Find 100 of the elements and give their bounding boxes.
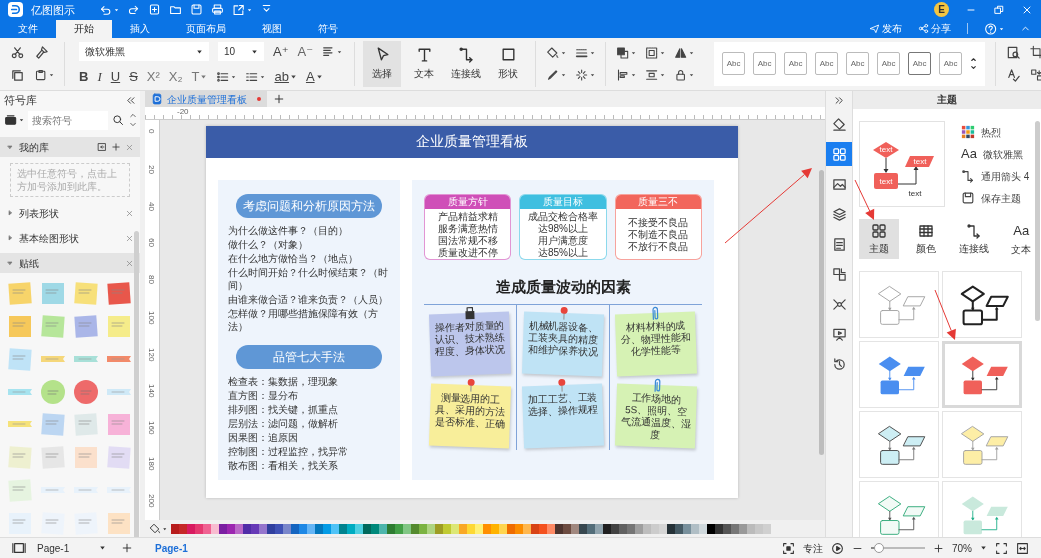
highlight-button[interactable]: ab [274,69,297,86]
section-header[interactable]: 贴纸 [0,253,140,274]
bold-button[interactable]: B [79,69,89,86]
section-header[interactable]: 我的库 [0,137,140,158]
theme-tab[interactable]: 颜色 [906,219,946,260]
section-heading: 品管七大手法 [236,344,382,369]
font-family-field[interactable]: 微软雅黑 [79,42,209,62]
document-tab[interactable]: 企业质量管理看板 [145,91,267,108]
theme-tab[interactable]: Aa 文本 [1001,219,1041,260]
note-text: 操作者对质量的认识、技术熟练程度、身体状况 [434,320,506,358]
share-button[interactable]: 分享 [918,21,951,36]
style-preset[interactable]: Abc [877,52,901,76]
tool-button[interactable]: 选择 [363,40,402,87]
shape-label: text [913,157,927,167]
publish-button[interactable]: 发布 [869,21,902,36]
section-heading: 造成质量波动的因素 [494,276,632,297]
card-header: 质量三不 [615,194,701,209]
style-preset[interactable]: Abc [784,52,808,76]
tool-button[interactable]: 文本 [405,40,444,87]
font-glyph[interactable]: Aa [961,144,977,164]
section-title: 我的库 [19,140,49,155]
italic-button[interactable]: I [97,69,102,86]
note-text: 测量选用的工具、采用的方法是否标准、正确 [434,392,506,430]
focus-label[interactable]: 专注 [803,540,823,556]
shape-label: text [908,189,922,199]
ruler-label: -20 [177,107,189,117]
list-item: 在什么地方做恰当？（地点） [228,251,359,265]
ruler-label: 40 [146,201,157,213]
section-title: 贴纸 [19,256,39,271]
section-header[interactable]: 列表形状 [0,203,140,224]
page-select[interactable]: Page-1 [34,539,109,557]
ruler-label: 20 [146,165,157,177]
ruler-label: 160 [146,420,157,437]
menu-tab[interactable]: 符号 [300,19,356,38]
field-value: 10 [224,45,236,60]
grow-font-button[interactable]: A⁺ [273,43,289,60]
subscript-button[interactable]: X₂ [168,69,183,86]
superscript-button[interactable]: X² [146,69,160,86]
style-preset[interactable]: Abc [753,52,777,76]
card-text: 产品精益求精 服务满意热情 国法常规不移 质量改进不停 [436,209,499,259]
ruler-label: 200 [146,493,157,510]
list-item: 因果图：追原因 [228,430,299,444]
font-color-button[interactable]: A [305,69,323,86]
property-label[interactable]: 微软雅黑 [982,146,1023,162]
section-title: 列表形状 [19,206,59,221]
list-item: 由谁来做合适？谁来负责？（人员） [228,292,389,306]
style-preset[interactable]: Abc [939,52,963,76]
ruler-label: 140 [146,384,157,400]
menu-tab[interactable]: 插入 [112,19,168,38]
list-item: 怎样做？用哪些措施保障有效（方法） [228,306,379,333]
menu-tab[interactable]: 页面布局 [168,19,244,38]
theme-tab[interactable]: 连接线 [954,219,994,260]
style-preset[interactable]: Abc [722,52,746,76]
strikethrough-button[interactable]: S [129,69,138,86]
menu-tab[interactable]: 文件 [0,19,56,38]
list-item: 什么时间开始？什么时候结束？（时间） [228,265,389,292]
board-title: 企业质量管理看板 [206,125,738,158]
tool-button[interactable]: 连接线 [447,40,486,87]
ruler-label: 0 [146,128,157,136]
page-tab[interactable]: Page-1 [147,540,196,556]
note-text: 加工工艺、工装选择、操作规程 [527,392,598,418]
list-item: 检查表：集数据，理现象 [228,374,339,388]
card-text: 不接受不良品 不制造不良品 不放行不良品 [627,215,690,253]
shrink-font-button[interactable]: A⁻ [297,43,314,60]
document-title: 企业质量管理看板 [167,92,247,107]
property-label[interactable]: 保存主题 [981,190,1021,206]
ruler-label: 80 [146,274,157,286]
tool-button[interactable]: 形状 [489,40,528,87]
property-label[interactable]: 通用箭头 4 [981,168,1030,184]
section-header[interactable]: 基本绘图形状 [0,228,140,249]
aa-glyph: Aa [1013,221,1030,240]
menu-tab[interactable]: 视图 [244,19,300,38]
card-header: 质量目标 [520,194,606,209]
style-preset[interactable]: Abc [815,52,839,76]
note-text: 材料材料的成分、物理性能和化学性能等 [620,320,691,358]
ruler-label: 100 [146,311,157,327]
card-text: 成品交检合格率 达98%以上 用户满意度 达85%以上 [527,209,599,259]
underline-button[interactable]: U [110,69,121,86]
panel-title: 主题 [853,91,1041,110]
style-preset[interactable]: Abc [908,52,932,76]
section-heading: 考虑问题和分析原因方法 [236,193,382,218]
card-header: 质量方针 [425,194,511,209]
panel-title: 符号库 [4,92,37,108]
avatar[interactable]: E [934,2,949,18]
note-text: 工作场地的5S、照明、空气流通温度、湿度 [620,392,691,441]
theme-tab[interactable]: 主题 [859,219,899,260]
field-value: 微软雅黑 [85,45,125,60]
style-preset[interactable]: Abc [846,52,870,76]
shape-label: text [879,145,893,155]
text-style-button[interactable]: T [191,69,208,86]
ruler-label: 120 [146,347,157,364]
property-label[interactable]: 热烈 [981,124,1001,140]
list-item: 散布图：看相关，找关系 [228,458,339,472]
search-field[interactable]: 搜索符号 [28,110,108,130]
list-item: 层别法：滤问题，做解析 [228,416,339,430]
ruler-label: 180 [146,457,157,473]
zoom-reading[interactable]: 70% [952,540,972,556]
list-item: 直方图：显分布 [228,388,299,402]
font-size-field[interactable]: 10 [218,42,264,62]
ruler-label: 60 [146,238,157,250]
